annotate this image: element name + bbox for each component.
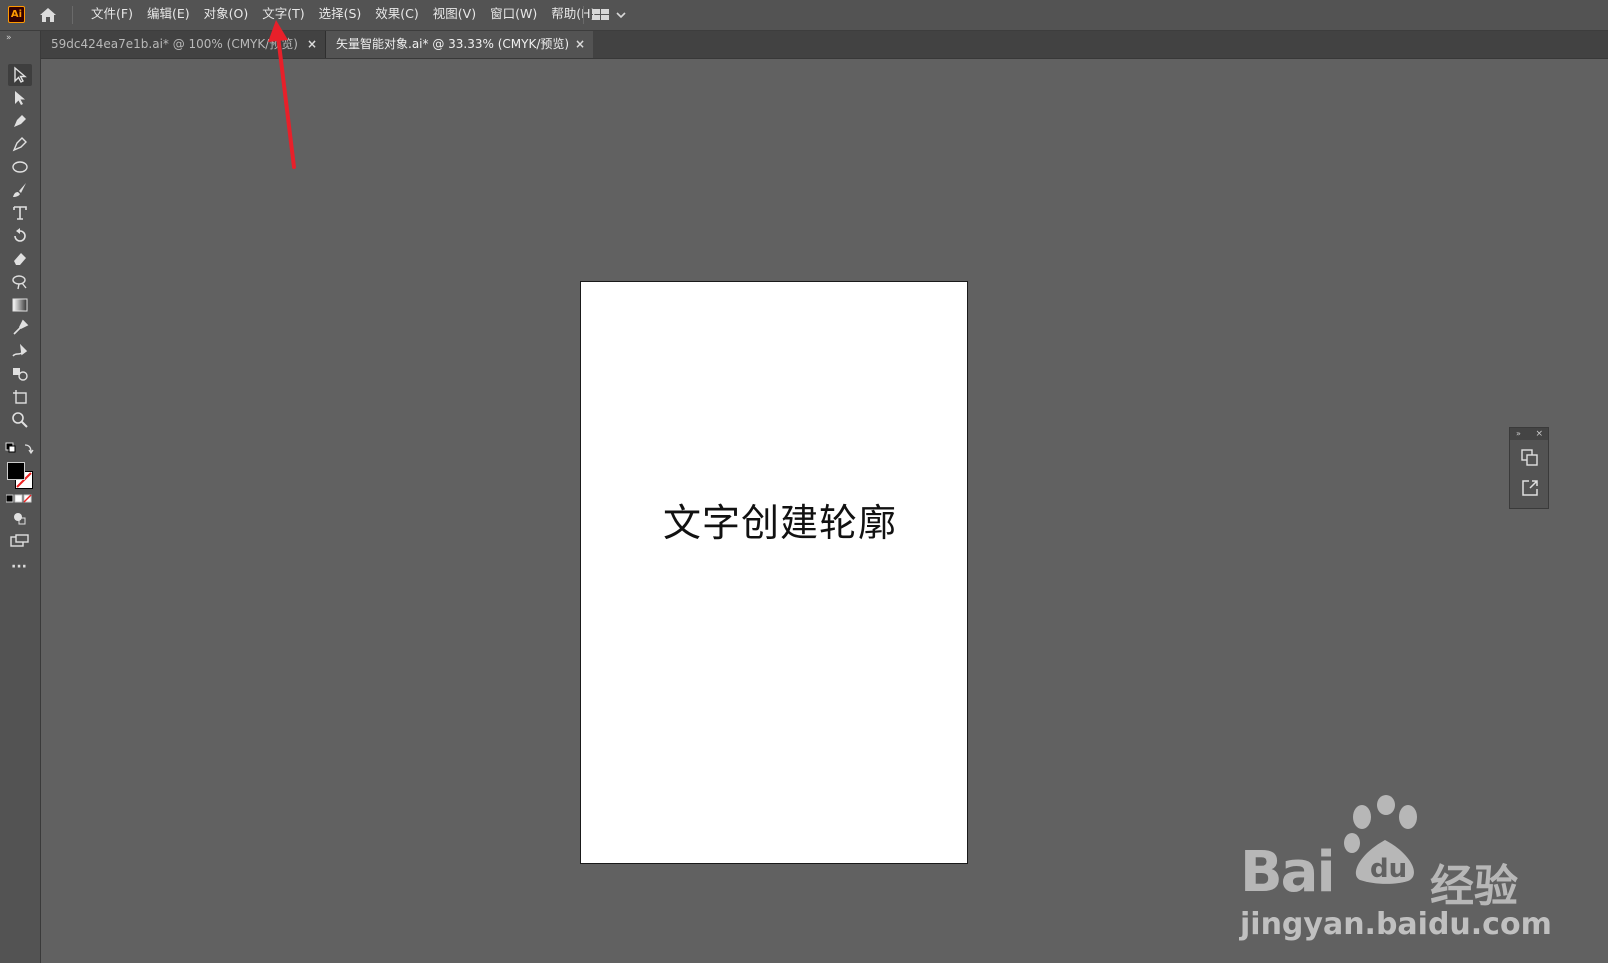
pen-tool[interactable] bbox=[8, 110, 32, 132]
lasso-tool[interactable] bbox=[8, 271, 32, 293]
selection-arrow-icon bbox=[14, 66, 27, 83]
direct-selection-icon bbox=[15, 91, 25, 105]
menu-effect[interactable]: 效果(C) bbox=[368, 0, 425, 30]
baidu-watermark: Bai du 经验 jingyan.baidu.com bbox=[1240, 795, 1560, 945]
paintbrush-icon bbox=[13, 183, 26, 197]
zoom-tool[interactable] bbox=[8, 409, 32, 431]
menu-divider bbox=[583, 6, 584, 24]
close-icon[interactable]: × bbox=[575, 31, 585, 57]
close-icon[interactable]: × bbox=[307, 31, 317, 57]
menu-type[interactable]: 文字(T) bbox=[255, 0, 311, 30]
more-tools-icon[interactable]: ··· bbox=[11, 559, 27, 575]
fill-swatch[interactable] bbox=[7, 462, 25, 480]
tools-panel: » ··· bbox=[0, 31, 41, 963]
color-mode-icons[interactable] bbox=[6, 494, 34, 504]
chevron-down-icon bbox=[616, 12, 626, 19]
default-swap-colors-icon[interactable] bbox=[5, 441, 35, 457]
paintbrush-tool[interactable] bbox=[8, 179, 32, 201]
document-tab-label: 矢量智能对象.ai* @ 33.33% (CMYK/预览) bbox=[336, 37, 570, 51]
rotate-icon bbox=[14, 228, 26, 242]
arrange-documents-icon[interactable] bbox=[1520, 448, 1540, 468]
menu-view[interactable]: 视图(V) bbox=[426, 0, 483, 30]
direct-selection-tool[interactable] bbox=[8, 87, 32, 109]
close-icon[interactable]: × bbox=[1535, 428, 1543, 440]
artboard-icon bbox=[13, 390, 27, 404]
fill-stroke-swatches[interactable] bbox=[6, 461, 36, 489]
zoom-magnifier-icon bbox=[12, 412, 28, 428]
gradient-icon bbox=[12, 298, 28, 312]
app-logo[interactable]: Ai bbox=[8, 6, 25, 23]
artboard-text[interactable]: 文字创建轮廓 bbox=[581, 492, 979, 547]
puppet-warp-tool[interactable] bbox=[8, 340, 32, 362]
eyedropper-tool[interactable] bbox=[8, 317, 32, 339]
puppet-warp-icon bbox=[12, 343, 28, 357]
gradient-tool[interactable] bbox=[8, 294, 32, 316]
shape-builder-tool[interactable] bbox=[8, 363, 32, 385]
menu-select[interactable]: 选择(S) bbox=[312, 0, 369, 30]
panel-header[interactable]: » × bbox=[1510, 428, 1548, 440]
watermark-brand-suffix: 经验 bbox=[1430, 861, 1518, 912]
artboard[interactable]: 文字创建轮廓 bbox=[580, 281, 968, 864]
artboard-tool[interactable] bbox=[8, 386, 32, 408]
eraser-icon bbox=[14, 253, 26, 265]
home-icon[interactable] bbox=[38, 5, 58, 25]
lasso-icon bbox=[12, 275, 27, 290]
paw-logo-icon: du bbox=[1344, 795, 1417, 884]
type-tool[interactable] bbox=[8, 202, 32, 224]
eraser-tool[interactable] bbox=[8, 248, 32, 270]
eyedropper-icon bbox=[13, 319, 29, 335]
watermark-url: jingyan.baidu.com bbox=[1240, 907, 1552, 942]
svg-text:du: du bbox=[1370, 854, 1407, 884]
menu-object[interactable]: 对象(O) bbox=[197, 0, 256, 30]
floating-panel: » × bbox=[1509, 427, 1549, 509]
menu-window[interactable]: 窗口(W) bbox=[483, 0, 544, 30]
drawing-modes-icon[interactable] bbox=[12, 511, 28, 525]
shape-builder-icon bbox=[13, 368, 28, 381]
document-tab-label: 59dc424ea7e1b.ai* @ 100% (CMYK/预览) bbox=[51, 37, 298, 51]
menu-bar: Ai 文件(F) 编辑(E) 对象(O) 文字(T) 选择(S) 效果(C) 视… bbox=[0, 0, 1608, 31]
curvature-tool[interactable] bbox=[8, 133, 32, 155]
document-tab[interactable]: 59dc424ea7e1b.ai* @ 100% (CMYK/预览) × bbox=[41, 31, 326, 58]
document-tab-bar: 59dc424ea7e1b.ai* @ 100% (CMYK/预览) × 矢量智… bbox=[41, 31, 1608, 59]
rotate-tool[interactable] bbox=[8, 225, 32, 247]
watermark-brand: Bai bbox=[1240, 840, 1336, 905]
curvature-pen-icon bbox=[12, 137, 27, 152]
selection-tool[interactable] bbox=[8, 64, 32, 86]
menu-file[interactable]: 文件(F) bbox=[84, 0, 140, 30]
menu-divider bbox=[72, 6, 73, 24]
ellipse-tool[interactable] bbox=[8, 156, 32, 178]
screen-mode-icon[interactable] bbox=[10, 534, 30, 548]
ellipse-icon bbox=[12, 161, 28, 173]
export-icon[interactable] bbox=[1520, 478, 1540, 498]
collapse-panel-icon[interactable]: » bbox=[1516, 428, 1521, 440]
menu-list: 文件(F) 编辑(E) 对象(O) 文字(T) 选择(S) 效果(C) 视图(V… bbox=[84, 0, 602, 30]
menu-edit[interactable]: 编辑(E) bbox=[140, 0, 197, 30]
pen-icon bbox=[14, 115, 26, 127]
collapse-panel-icon[interactable]: » bbox=[6, 33, 12, 43]
workspace-switcher[interactable] bbox=[592, 6, 632, 24]
workspace-layout-icon bbox=[592, 9, 609, 20]
document-tab-active[interactable]: 矢量智能对象.ai* @ 33.33% (CMYK/预览) × bbox=[326, 31, 593, 58]
type-t-icon bbox=[13, 206, 27, 220]
